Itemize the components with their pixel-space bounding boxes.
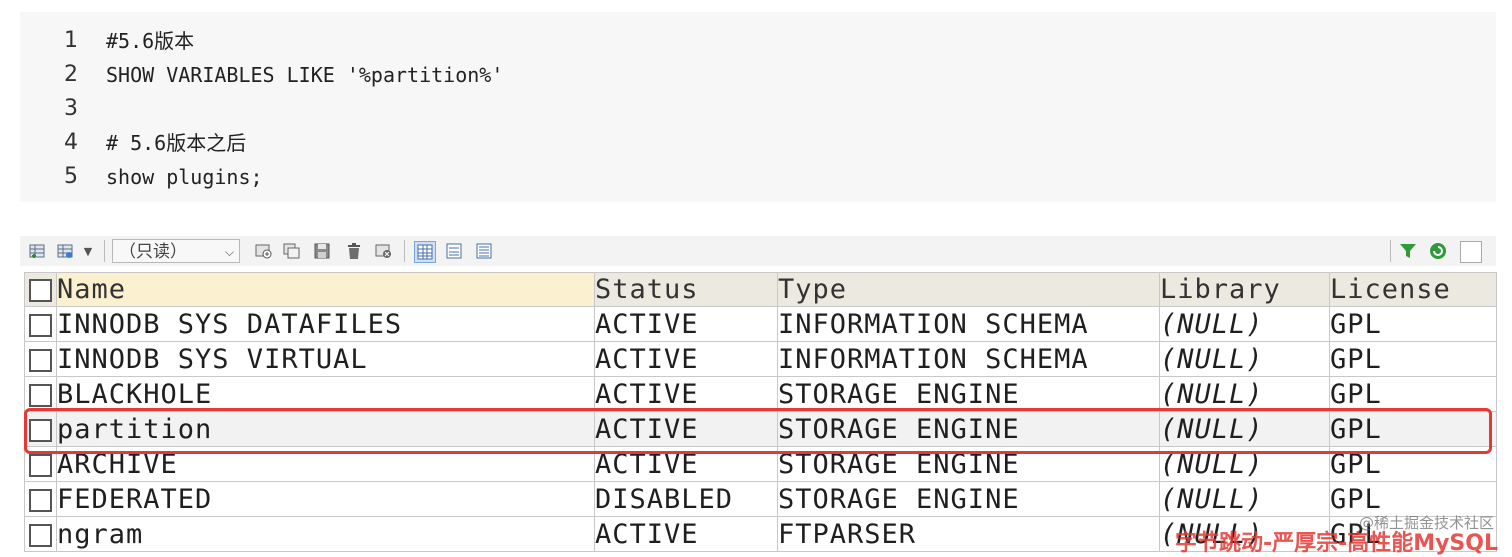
code-text: SHOW VARIABLES LIKE '%partition%' [106,63,504,87]
column-header-library[interactable]: Library [1159,272,1330,307]
code-text: #5.6版本 [106,29,195,53]
row-checkbox[interactable] [24,481,57,517]
cell-status[interactable]: ACTIVE [594,341,778,377]
duplicate-row-icon[interactable] [282,241,302,261]
table-row[interactable]: INNODB SYS DATAFILES ACTIVE INFORMATION … [24,306,1497,342]
cell-library[interactable]: (NULL) [1159,341,1330,377]
cell-status[interactable]: DISABLED [594,481,778,517]
filter-icon[interactable] [1398,241,1418,261]
cell-status[interactable]: ACTIVE [594,376,778,412]
line-number: 5 [64,164,78,189]
cell-license[interactable]: GPL [1329,376,1497,412]
cell-status[interactable]: ACTIVE [594,306,778,342]
highlight-box [24,408,1492,454]
row-checkbox[interactable] [24,341,57,377]
grid-view-icon[interactable] [414,241,436,263]
cell-library[interactable]: (NULL) [1159,481,1330,517]
code-block: 1 #5.6版本 2 SHOW VARIABLES LIKE '%partiti… [20,12,1496,202]
grid-toolbar: ▼ （只读） ⌵ [20,236,1496,266]
row-checkbox[interactable] [24,516,57,552]
export-icon[interactable] [56,241,76,261]
column-header-license[interactable]: License [1329,272,1497,307]
cancel-changes-icon[interactable] [374,241,394,261]
table-row[interactable]: BLACKHOLE ACTIVE STORAGE ENGINE (NULL) G… [24,376,1497,412]
chevron-down-icon[interactable]: ▼ [78,241,98,261]
cell-status[interactable]: ACTIVE [594,516,778,552]
cell-type[interactable]: FTPARSER [777,516,1160,552]
column-header-name[interactable]: Name [56,272,595,307]
cell-name[interactable]: BLACKHOLE [56,376,595,412]
text-view-icon[interactable] [474,241,494,261]
row-checkbox[interactable] [24,376,57,412]
chevron-down-icon: ⌵ [224,245,234,259]
cell-license[interactable]: GPL [1329,306,1497,342]
form-view-icon[interactable] [444,241,464,261]
line-number: 2 [64,62,78,87]
code-text: show plugins; [106,165,263,189]
cell-name[interactable]: ngram [56,516,595,552]
line-number: 1 [64,28,78,53]
readonly-select[interactable]: （只读） ⌵ [112,239,240,263]
watermark: 字节跳动-严厚宗-高性能MySQL [1174,531,1498,556]
cell-name[interactable]: INNODB SYS DATAFILES [56,306,595,342]
toolbar-divider [104,240,105,262]
cell-name[interactable]: INNODB SYS VIRTUAL [56,341,595,377]
line-number: 3 [64,96,78,121]
row-checkbox[interactable] [24,306,57,342]
insert-row-icon[interactable] [28,241,48,261]
cell-type[interactable]: STORAGE ENGINE [777,376,1160,412]
limit-checkbox[interactable] [1460,241,1482,263]
toolbar-divider [1390,240,1391,262]
cell-type[interactable]: STORAGE ENGINE [777,481,1160,517]
table-row[interactable]: FEDERATED DISABLED STORAGE ENGINE (NULL)… [24,481,1497,517]
cell-type[interactable]: INFORMATION SCHEMA [777,306,1160,342]
cell-name[interactable]: FEDERATED [56,481,595,517]
column-header-status[interactable]: Status [594,272,778,307]
cell-license[interactable]: GPL [1329,341,1497,377]
readonly-label: （只读） [119,242,187,262]
column-header-type[interactable]: Type [777,272,1160,307]
cell-type[interactable]: INFORMATION SCHEMA [777,341,1160,377]
cell-library[interactable]: (NULL) [1159,306,1330,342]
cell-library[interactable]: (NULL) [1159,376,1330,412]
table-row[interactable]: INNODB SYS VIRTUAL ACTIVE INFORMATION SC… [24,341,1497,377]
line-number: 4 [64,130,78,155]
select-all-checkbox[interactable] [24,272,57,307]
toolbar-divider [404,240,405,262]
save-icon[interactable] [312,241,332,261]
table-header-row: Name Status Type Library License [24,272,1497,307]
refresh-icon[interactable] [1428,241,1448,261]
result-grid: ▼ （只读） ⌵ Name Status Type Library Licens… [20,236,1497,553]
code-text: # 5.6版本之后 [106,131,247,155]
delete-icon[interactable] [344,241,364,261]
add-row-icon[interactable] [254,241,274,261]
